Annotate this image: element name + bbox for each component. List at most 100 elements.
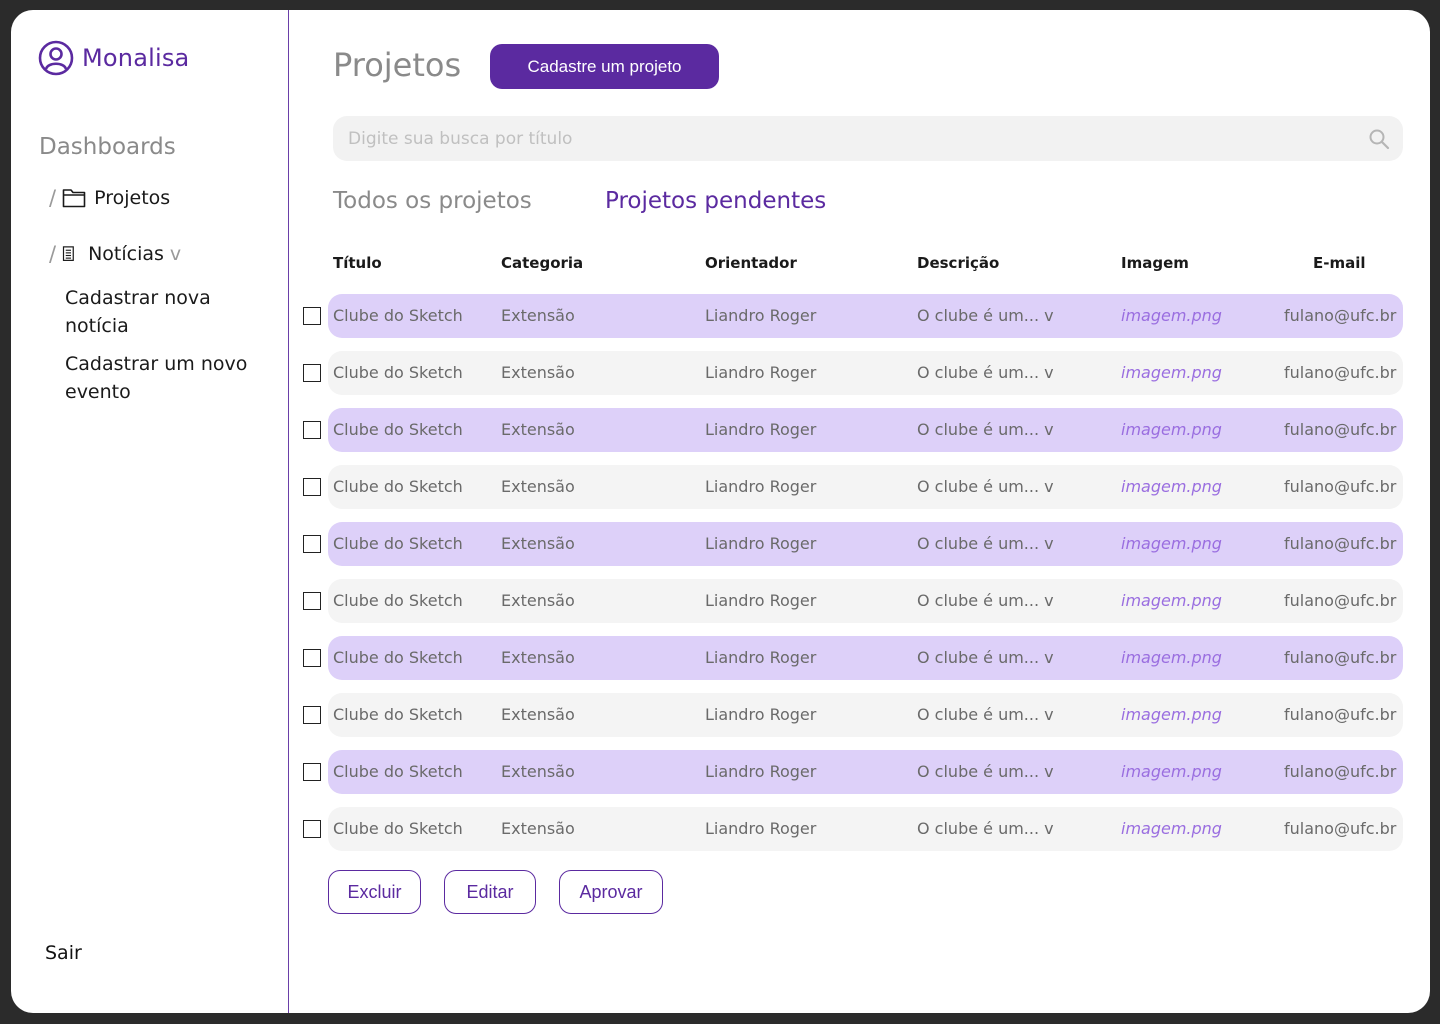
column-header-imagem[interactable]: Imagem	[1121, 254, 1189, 272]
cell-categoria: Extensão	[501, 591, 575, 610]
cell-email: fulano@ufc.br	[1284, 648, 1397, 667]
cell-email: fulano@ufc.br	[1284, 306, 1397, 325]
search-input[interactable]	[348, 116, 1328, 161]
cell-email: fulano@ufc.br	[1284, 363, 1397, 382]
cell-orientador: Liandro Roger	[705, 819, 817, 838]
table-row[interactable]: Clube do Sketch Extensão Liandro Roger O…	[289, 807, 1419, 851]
cell-imagem-link[interactable]: imagem.png	[1121, 363, 1222, 382]
approve-button[interactable]: Aprovar	[559, 870, 663, 914]
cell-descricao[interactable]: O clube é um... v	[917, 477, 1054, 496]
cell-titulo: Clube do Sketch	[333, 363, 463, 382]
sidebar-item-label: Projetos	[94, 187, 171, 209]
table-row[interactable]: Clube do Sketch Extensão Liandro Roger O…	[289, 636, 1419, 680]
cell-email: fulano@ufc.br	[1284, 534, 1397, 553]
cell-email: fulano@ufc.br	[1284, 591, 1397, 610]
cell-descricao[interactable]: O clube é um... v	[917, 363, 1054, 382]
cell-imagem-link[interactable]: imagem.png	[1121, 648, 1222, 667]
sidebar-subitem-cadastrar-noticia[interactable]: Cadastrar nova notícia	[65, 284, 275, 340]
cell-imagem-link[interactable]: imagem.png	[1121, 534, 1222, 553]
cell-titulo: Clube do Sketch	[333, 420, 463, 439]
row-background	[328, 294, 1403, 338]
row-checkbox[interactable]	[303, 706, 321, 724]
sidebar-item-noticias[interactable]: / Notícias v	[49, 242, 181, 266]
table-row[interactable]: Clube do Sketch Extensão Liandro Roger O…	[289, 351, 1419, 395]
row-checkbox[interactable]	[303, 307, 321, 325]
row-checkbox[interactable]	[303, 478, 321, 496]
cell-titulo: Clube do Sketch	[333, 762, 463, 781]
document-icon	[62, 246, 74, 261]
cell-imagem-link[interactable]: imagem.png	[1121, 762, 1222, 781]
row-background	[328, 465, 1403, 509]
main-content: Projetos Cadastre um projeto Todos os pr…	[289, 10, 1430, 1013]
app-window: Monalisa Dashboards / Projetos / Notícia…	[11, 10, 1430, 1013]
row-checkbox[interactable]	[303, 535, 321, 553]
sidebar-item-label: Notícias	[88, 243, 164, 265]
cell-descricao[interactable]: O clube é um... v	[917, 420, 1054, 439]
table-row[interactable]: Clube do Sketch Extensão Liandro Roger O…	[289, 294, 1419, 338]
row-checkbox[interactable]	[303, 421, 321, 439]
cell-imagem-link[interactable]: imagem.png	[1121, 477, 1222, 496]
cell-titulo: Clube do Sketch	[333, 306, 463, 325]
chevron-down-icon[interactable]: v	[170, 243, 181, 265]
tab-projetos-pendentes[interactable]: Projetos pendentes	[605, 188, 826, 214]
cell-categoria: Extensão	[501, 306, 575, 325]
edit-button[interactable]: Editar	[444, 870, 536, 914]
row-checkbox[interactable]	[303, 592, 321, 610]
cell-imagem-link[interactable]: imagem.png	[1121, 819, 1222, 838]
cell-descricao[interactable]: O clube é um... v	[917, 534, 1054, 553]
row-checkbox[interactable]	[303, 763, 321, 781]
search-bar	[333, 116, 1403, 161]
cell-email: fulano@ufc.br	[1284, 819, 1397, 838]
table-row[interactable]: Clube do Sketch Extensão Liandro Roger O…	[289, 465, 1419, 509]
row-background	[328, 351, 1403, 395]
cell-imagem-link[interactable]: imagem.png	[1121, 420, 1222, 439]
cell-categoria: Extensão	[501, 363, 575, 382]
table-row[interactable]: Clube do Sketch Extensão Liandro Roger O…	[289, 750, 1419, 794]
row-background	[328, 522, 1403, 566]
cell-titulo: Clube do Sketch	[333, 477, 463, 496]
cell-imagem-link[interactable]: imagem.png	[1121, 591, 1222, 610]
table-row[interactable]: Clube do Sketch Extensão Liandro Roger O…	[289, 408, 1419, 452]
column-header-orientador[interactable]: Orientador	[705, 254, 797, 272]
row-background	[328, 579, 1403, 623]
logout-link[interactable]: Sair	[45, 942, 82, 964]
table-row[interactable]: Clube do Sketch Extensão Liandro Roger O…	[289, 579, 1419, 623]
column-header-email[interactable]: E-mail	[1313, 254, 1366, 272]
row-background	[328, 408, 1403, 452]
cell-email: fulano@ufc.br	[1284, 477, 1397, 496]
cell-descricao[interactable]: O clube é um... v	[917, 306, 1054, 325]
cell-titulo: Clube do Sketch	[333, 819, 463, 838]
add-project-button[interactable]: Cadastre um projeto	[490, 44, 719, 89]
sidebar-subitem-cadastrar-evento[interactable]: Cadastrar um novo evento	[65, 350, 275, 406]
cell-orientador: Liandro Roger	[705, 363, 817, 382]
tab-todos-os-projetos[interactable]: Todos os projetos	[333, 188, 532, 214]
column-header-descricao[interactable]: Descrição	[917, 254, 999, 272]
cell-titulo: Clube do Sketch	[333, 591, 463, 610]
cell-orientador: Liandro Roger	[705, 420, 817, 439]
row-checkbox[interactable]	[303, 649, 321, 667]
table-header: Título Categoria Orientador Descrição Im…	[289, 254, 1419, 276]
search-icon[interactable]	[1367, 127, 1391, 151]
cell-descricao[interactable]: O clube é um... v	[917, 591, 1054, 610]
sidebar-item-projetos[interactable]: / Projetos	[49, 186, 170, 210]
delete-button[interactable]: Excluir	[328, 870, 421, 914]
table-row[interactable]: Clube do Sketch Extensão Liandro Roger O…	[289, 693, 1419, 737]
breadcrumb-slash: /	[49, 242, 57, 266]
cell-imagem-link[interactable]: imagem.png	[1121, 306, 1222, 325]
cell-categoria: Extensão	[501, 648, 575, 667]
cell-descricao[interactable]: O clube é um... v	[917, 762, 1054, 781]
brand-name: Monalisa	[82, 44, 190, 72]
cell-descricao[interactable]: O clube é um... v	[917, 705, 1054, 724]
user-circle-icon	[38, 40, 74, 76]
cell-descricao[interactable]: O clube é um... v	[917, 819, 1054, 838]
column-header-titulo[interactable]: Título	[333, 254, 382, 272]
table-row[interactable]: Clube do Sketch Extensão Liandro Roger O…	[289, 522, 1419, 566]
cell-titulo: Clube do Sketch	[333, 705, 463, 724]
row-checkbox[interactable]	[303, 820, 321, 838]
column-header-categoria[interactable]: Categoria	[501, 254, 583, 272]
cell-imagem-link[interactable]: imagem.png	[1121, 705, 1222, 724]
brand[interactable]: Monalisa	[38, 40, 189, 76]
cell-descricao[interactable]: O clube é um... v	[917, 648, 1054, 667]
cell-orientador: Liandro Roger	[705, 648, 817, 667]
row-checkbox[interactable]	[303, 364, 321, 382]
